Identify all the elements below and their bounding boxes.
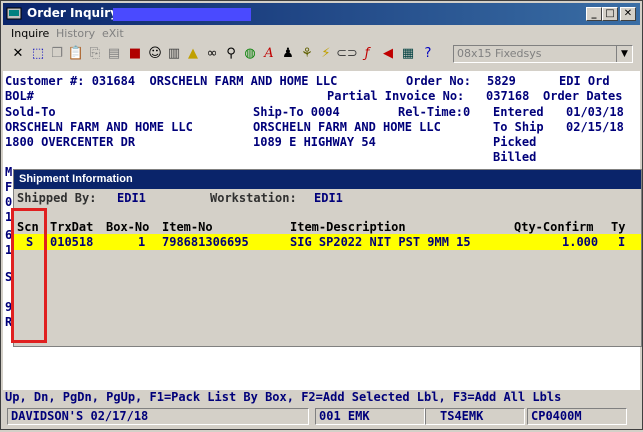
sold-to-address: 1800 OVERCENTER DR — [5, 135, 136, 149]
list-icon[interactable]: ▦ — [399, 45, 417, 63]
cut-icon[interactable]: ✕ — [9, 45, 27, 63]
paste-icon[interactable]: 📋 — [67, 45, 85, 63]
stop-icon[interactable]: ■ — [126, 45, 144, 63]
select-icon[interactable]: ⬚ — [29, 45, 47, 63]
invoice-no-value: 037168 — [486, 89, 530, 103]
workstation-value: EDI1 — [314, 191, 343, 205]
col-header-qty-confirm: Qty-Confirm — [514, 220, 594, 234]
binoculars-icon[interactable]: ∞ — [203, 45, 221, 63]
menu-history[interactable]: History — [56, 27, 95, 40]
title-bar: Order Inquiry - _ □ ✕ — [3, 3, 640, 25]
left-glimpse-char: M — [5, 165, 13, 179]
col-header-item-description: Item-Description — [290, 220, 406, 234]
sold-to-label: Sold-To — [5, 105, 56, 119]
order-inquiry-window: Order Inquiry - _ □ ✕ Inquire History eX… — [0, 0, 643, 430]
clipboard-icon[interactable]: ▤ — [105, 45, 123, 63]
maximize-button[interactable]: □ — [602, 7, 618, 21]
app-icon — [6, 7, 22, 20]
col-header-box-no: Box-No — [106, 220, 150, 234]
cell-box-no: 1 — [138, 235, 146, 249]
col-header-trxdat: TrxDat — [50, 220, 94, 234]
title-redaction — [113, 8, 251, 21]
cell-ty: I — [618, 235, 626, 249]
col-header-ty: Ty — [611, 220, 626, 234]
entered-date: 01/03/18 — [566, 105, 624, 119]
col-header-item-no: Item-No — [162, 220, 213, 234]
lightning-icon[interactable]: ⚡ — [317, 45, 335, 63]
cell-trxdat: 010518 — [50, 235, 94, 249]
table-row[interactable]: S 010518 1 798681306695 SIG SP2022 NIT P… — [14, 234, 641, 250]
sold-to-name: ORSCHELN FARM AND HOME LLC — [5, 120, 193, 134]
dialog-title-bar: Shipment Information — [14, 170, 641, 189]
customer-line: Customer #: 031684 ORSCHELN FARM AND HOM… — [5, 74, 338, 88]
ship-to-name: ORSCHELN FARM AND HOME LLC — [253, 120, 441, 134]
shipped-by-label: Shipped By: — [17, 191, 97, 205]
person-icon[interactable]: ♟ — [279, 45, 297, 63]
rel-time-label: Rel-Time:0 — [398, 105, 471, 119]
status-user-date: DAVIDSON'S 02/17/18 — [7, 408, 309, 425]
close-button[interactable]: ✕ — [620, 7, 636, 21]
toolbar: ✕ ⬚ ❐ 📋 ⎘ ▤ ■ ☺ ▥ ▲ ∞ ⚲ ◍ A ♟ ⚘ ⚡ ⊂⊃ ƒ ◀… — [3, 43, 640, 65]
workstation-label: Workstation: — [210, 191, 297, 205]
magnifier-icon[interactable]: ⚲ — [222, 45, 240, 63]
cell-item-no: 798681306695 — [162, 235, 249, 249]
function-key-hint-text: Up, Dn, PgDn, PgUp, F1=Pack List By Box,… — [5, 390, 562, 404]
order-no-label: Order No: — [406, 74, 472, 88]
scn-column-highlight-box — [11, 208, 47, 343]
left-glimpse-char: F — [5, 180, 13, 194]
edi-order-label: EDI Ord — [559, 74, 610, 88]
function-key-hint: Up, Dn, PgDn, PgUp, F1=Pack List By Box,… — [3, 390, 640, 406]
font-a-icon[interactable]: A — [260, 45, 278, 63]
minimize-button[interactable]: _ — [586, 7, 602, 21]
sound-icon[interactable]: ◀ — [379, 45, 397, 63]
order-no-value: 5829 — [487, 74, 516, 88]
font-select-value: 08x15 Fixedsys — [457, 47, 542, 60]
entered-label: Entered — [493, 105, 544, 119]
cell-qty-confirm: 1.000 — [562, 235, 599, 249]
chevron-down-icon[interactable]: ▼ — [616, 46, 632, 62]
function-icon[interactable]: ƒ — [358, 45, 376, 63]
docs-icon[interactable]: ▥ — [165, 45, 183, 63]
status-employee: 001 EMK — [315, 408, 425, 425]
copy-icon[interactable]: ❐ — [48, 45, 66, 63]
chart-icon[interactable]: ⚘ — [298, 45, 316, 63]
link-icon[interactable]: ⊂⊃ — [336, 45, 358, 63]
menu-inquire[interactable]: Inquire — [11, 27, 49, 40]
bell-icon[interactable]: ▲ — [184, 45, 202, 63]
partial-invoice-label: Partial Invoice No: — [327, 89, 465, 103]
status-program: CP0400M — [527, 408, 627, 425]
menu-bar: Inquire History eXit — [3, 25, 640, 43]
cell-item-description: SIG SP2022 NIT PST 9MM 15 — [290, 235, 471, 249]
billed-label: Billed — [493, 150, 537, 164]
help-icon[interactable]: ? — [419, 45, 437, 63]
order-dates-label: Order Dates — [543, 89, 623, 103]
dialog-title: Shipment Information — [19, 173, 133, 185]
to-ship-label: To Ship — [493, 120, 544, 134]
to-ship-date: 02/15/18 — [566, 120, 624, 134]
paste-special-icon[interactable]: ⎘ — [86, 45, 104, 63]
font-select[interactable]: 08x15 Fixedsys ▼ — [453, 45, 633, 63]
shipment-info-dialog: Shipment Information Shipped By: EDI1 Wo… — [13, 169, 642, 347]
ship-to-label: Ship-To 0004 — [253, 105, 340, 119]
user-icon[interactable]: ☺ — [146, 45, 164, 63]
globe-icon[interactable]: ◍ — [241, 45, 259, 63]
menu-exit[interactable]: eXit — [102, 27, 124, 40]
status-station: TS4EMK — [425, 408, 525, 425]
picked-label: Picked — [493, 135, 537, 149]
bol-label: BOL# — [5, 89, 34, 103]
ship-to-address: 1089 E HIGHWAY 54 — [253, 135, 376, 149]
shipped-by-value: EDI1 — [117, 191, 146, 205]
